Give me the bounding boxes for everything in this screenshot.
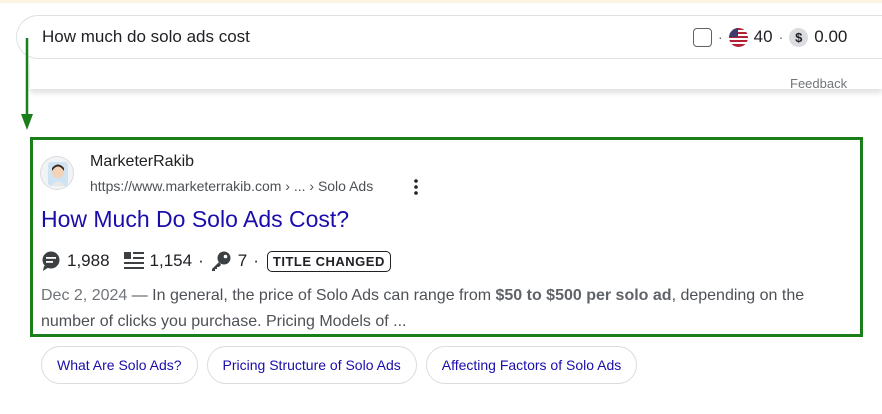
title-changed-badge: TITLE CHANGED	[266, 250, 391, 272]
text-lines-icon	[123, 252, 144, 269]
comments-count: 1,988	[67, 251, 110, 270]
chip-affecting-factors[interactable]: Affecting Factors of Solo Ads	[425, 346, 638, 384]
separator: ·	[778, 29, 784, 45]
comment-bubble-icon	[42, 251, 60, 271]
top-strip	[0, 0, 882, 3]
chip-pricing-structure[interactable]: Pricing Structure of Solo Ads	[206, 346, 417, 384]
result-title-link[interactable]: How Much Do Solo Ads Cost?	[41, 206, 349, 233]
seo-stats-row: 1,988 1,154 · 7 · TITLE CHANGED	[41, 248, 391, 274]
more-vertical-icon[interactable]	[413, 178, 419, 196]
search-bar[interactable]: How much do solo ads cost · 40 · $ 0.00	[16, 15, 882, 59]
keyword-metrics: · 40 · $ 0.00	[693, 26, 847, 48]
snippet-text: In general, the price of Solo Ads can ra…	[152, 287, 496, 304]
chip-what-are-solo-ads[interactable]: What Are Solo Ads?	[41, 346, 198, 384]
keyword-checkbox[interactable]	[693, 27, 712, 47]
result-snippet: Dec 2, 2024 — In general, the price of S…	[41, 283, 856, 335]
site-favicon[interactable]	[40, 156, 74, 190]
key-icon	[211, 251, 231, 271]
separator: ·	[718, 29, 723, 45]
autocomplete-dropdown	[30, 59, 882, 89]
keys-count: 7	[237, 251, 248, 270]
site-url[interactable]: https://www.marketerrakib.com › ... › So…	[90, 178, 373, 194]
snippet-dash: —	[127, 287, 153, 304]
dollar-icon: $	[789, 27, 809, 47]
search-volume: 40	[753, 27, 773, 46]
site-name[interactable]: MarketerRakib	[90, 153, 194, 171]
related-chips: What Are Solo Ads? Pricing Structure of …	[41, 346, 638, 384]
snippet-highlight: $50 to $500 per solo ad	[495, 287, 672, 304]
snippet-date: Dec 2, 2024	[41, 287, 128, 304]
down-arrow-icon	[21, 38, 33, 130]
words-count: 1,154	[149, 251, 193, 270]
search-result: MarketerRakib https://www.marketerrakib.…	[30, 137, 863, 337]
separator: ·	[253, 251, 259, 270]
separator: ·	[198, 251, 204, 270]
us-flag-icon	[728, 27, 748, 47]
search-input[interactable]: How much do solo ads cost	[42, 27, 250, 47]
cpc-value: 0.00	[814, 27, 848, 46]
feedback-link[interactable]: Feedback	[790, 76, 847, 91]
